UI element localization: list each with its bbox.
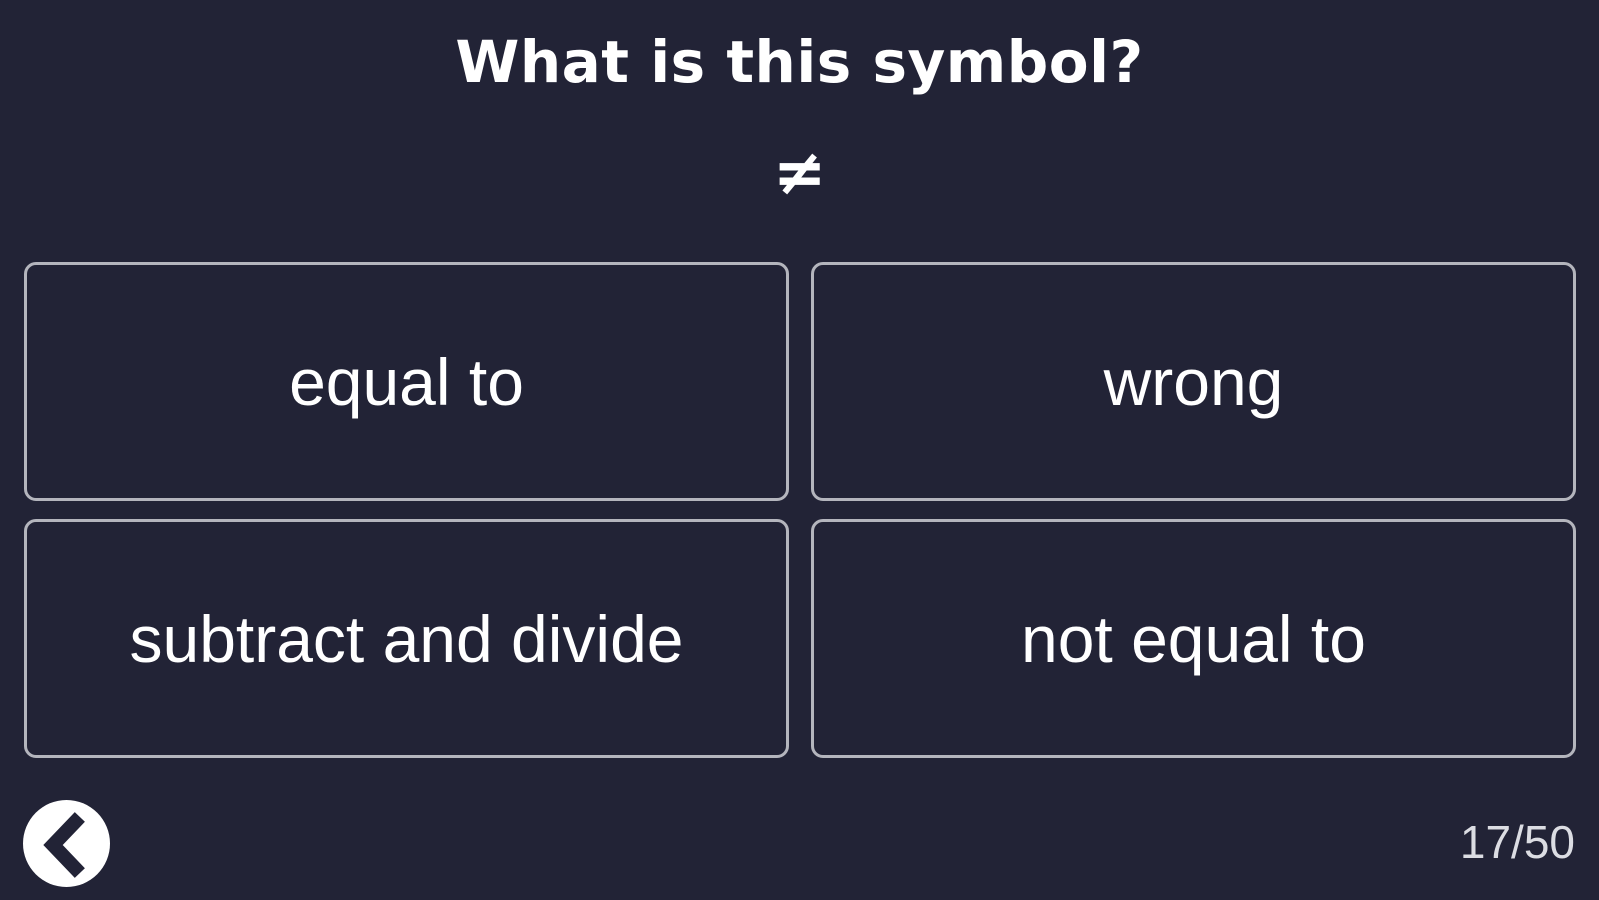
answer-label: equal to (289, 344, 524, 419)
question-symbol: ≠ (772, 136, 827, 210)
question-progress: 17/50 (1459, 816, 1575, 868)
answer-label: wrong (1103, 344, 1284, 419)
answer-label: not equal to (1021, 601, 1366, 676)
answer-label: subtract and divide (129, 601, 684, 676)
answer-grid: equal to wrong subtract and divide not e… (24, 262, 1576, 758)
answer-option-not-equal-to[interactable]: not equal to (811, 519, 1576, 758)
question-title: What is this symbol? (455, 28, 1144, 96)
back-button[interactable] (23, 800, 110, 887)
answer-option-equal-to[interactable]: equal to (24, 262, 789, 501)
answer-option-subtract-and-divide[interactable]: subtract and divide (24, 519, 789, 758)
answer-option-wrong[interactable]: wrong (811, 262, 1576, 501)
chevron-left-icon (43, 812, 85, 878)
